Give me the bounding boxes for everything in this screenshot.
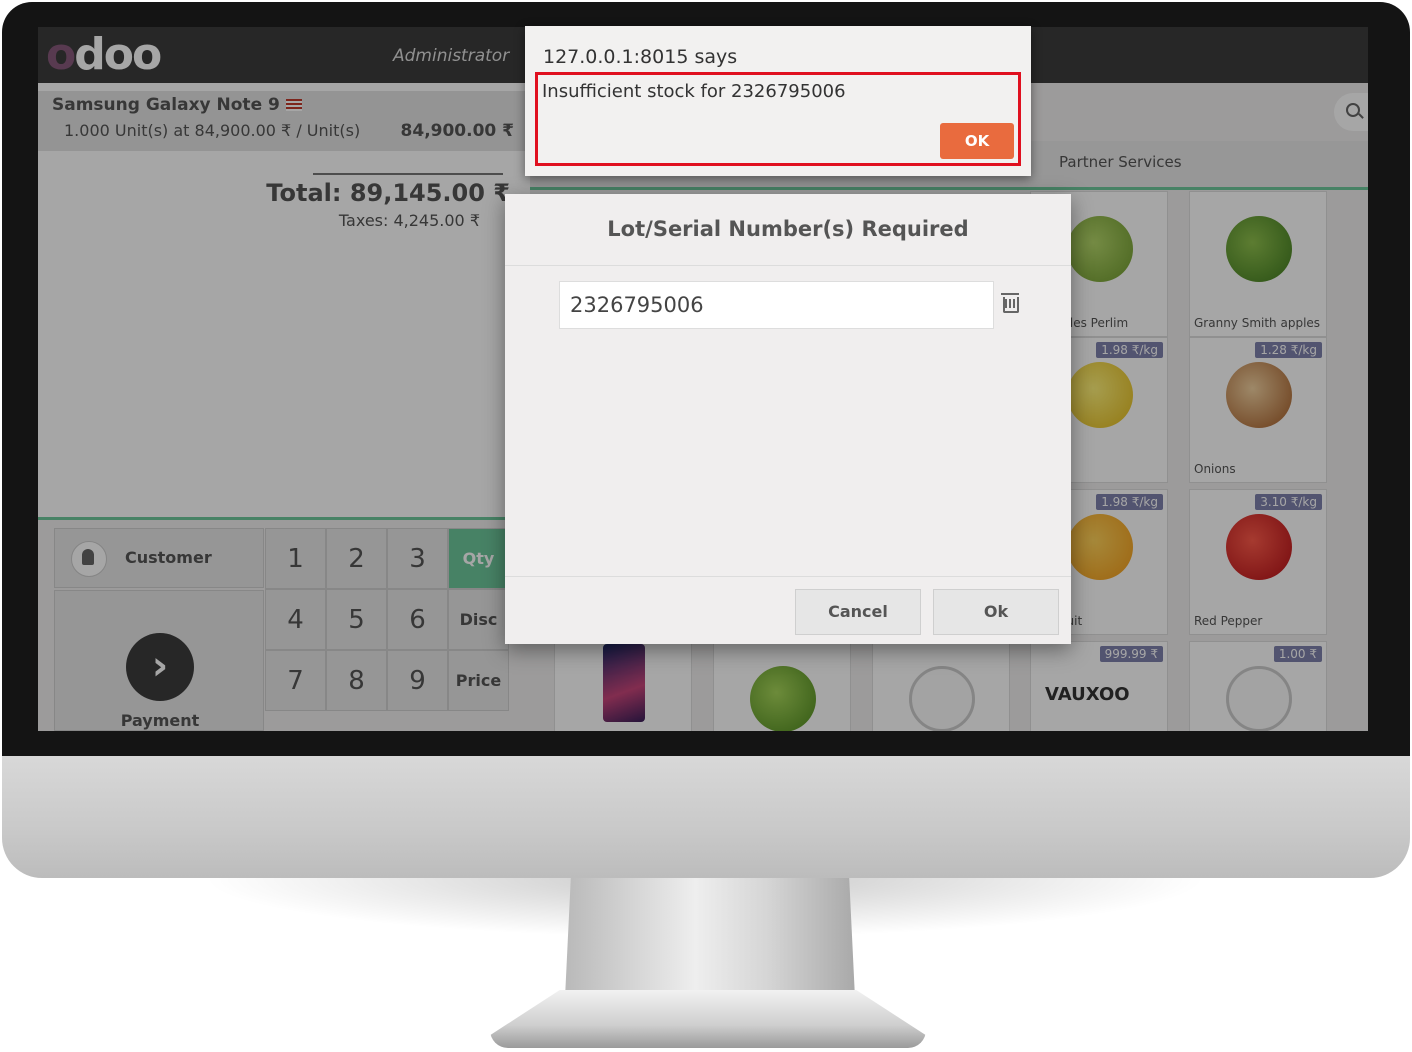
- trash-icon[interactable]: [1001, 293, 1019, 313]
- lot-serial-dialog: Lot/Serial Number(s) Required Cancel Ok: [505, 194, 1071, 644]
- alert-message: Insufficient stock for 2326795006: [542, 81, 846, 102]
- monitor-chin: [2, 756, 1410, 878]
- browser-alert: 127.0.0.1:8015 says Insufficient stock f…: [525, 26, 1031, 176]
- lot-number-input[interactable]: [559, 281, 994, 329]
- cancel-button[interactable]: Cancel: [795, 589, 921, 635]
- monitor-stand-base: [490, 990, 926, 1048]
- dialog-footer: Cancel Ok: [505, 576, 1071, 645]
- monitor-stand-neck: [565, 878, 855, 998]
- ok-button[interactable]: Ok: [933, 589, 1059, 635]
- alert-title: 127.0.0.1:8015 says: [543, 46, 738, 68]
- alert-ok-button[interactable]: OK: [940, 123, 1014, 159]
- dialog-title: Lot/Serial Number(s) Required: [505, 194, 1071, 266]
